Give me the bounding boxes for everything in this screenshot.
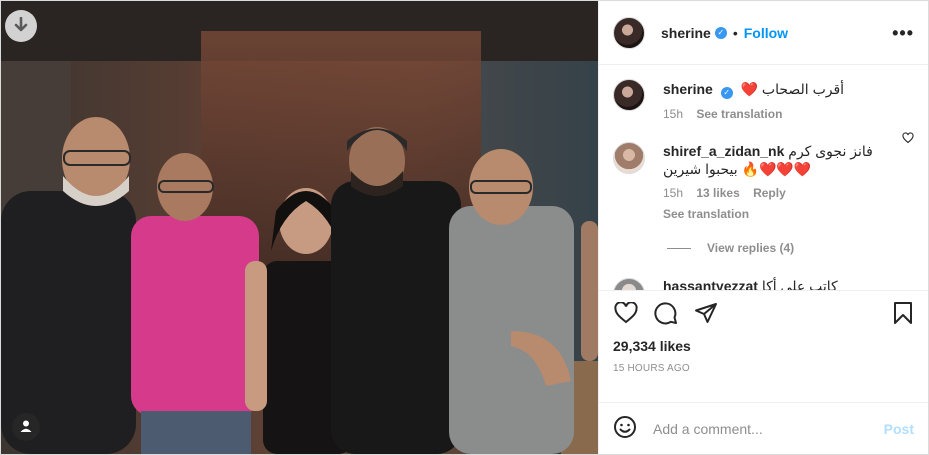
emoji-icon[interactable] [613, 415, 637, 442]
avatar[interactable] [613, 79, 645, 111]
caption-see-translation[interactable]: See translation [696, 107, 782, 121]
download-button[interactable] [5, 10, 37, 42]
comment-likes[interactable]: 13 likes [696, 186, 739, 200]
post-button[interactable]: Post [884, 421, 914, 437]
download-icon [14, 16, 28, 36]
tagged-users-button[interactable] [12, 413, 40, 441]
caption-text: أقرب الصحاب ❤️ [740, 81, 845, 97]
more-options-icon[interactable]: ••• [892, 24, 914, 42]
user-tag-icon [19, 419, 33, 436]
comment-row: shiref_a_zidan_nk فانز نجوى كرم ❤️❤️❤️🔥 … [613, 142, 914, 221]
action-bar [599, 290, 928, 334]
header-separator: • [732, 24, 738, 41]
comment-see-translation[interactable]: See translation [663, 207, 892, 221]
post-photo[interactable] [1, 1, 598, 454]
comment-row: hassantyezzat كاتب على أكا [613, 278, 914, 290]
next-comment-text: كاتب على أكا [761, 278, 838, 290]
view-replies-button[interactable]: View replies (4) [667, 241, 914, 255]
caption-username[interactable]: sherine [663, 81, 713, 97]
header-username[interactable]: sherine [661, 25, 711, 41]
verified-badge-icon: ✓ [714, 26, 727, 39]
group-photo-image [1, 1, 598, 454]
comment-age: 15h [663, 186, 684, 200]
heart-icon[interactable] [613, 300, 639, 326]
comments-list[interactable]: sherine ✓ أقرب الصحاب ❤️ 15h See transla… [599, 65, 928, 290]
comment-icon[interactable] [653, 300, 679, 326]
comment-input[interactable] [653, 420, 884, 437]
avatar[interactable] [613, 142, 645, 174]
bookmark-icon[interactable] [890, 300, 916, 326]
likes-count[interactable]: 29,334 likes [599, 334, 928, 354]
verified-badge-icon: ✓ [720, 87, 733, 99]
comment-username[interactable]: shiref_a_zidan_nk [663, 143, 784, 159]
follow-button[interactable]: Follow [744, 25, 788, 41]
post-dialog: sherine ✓ • Follow ••• sherine ✓ أقرب ال… [0, 0, 929, 455]
view-replies-label: View replies (4) [707, 241, 795, 255]
comment-composer: Post [599, 402, 928, 454]
next-comment-username[interactable]: hassantyezzat [663, 278, 758, 290]
caption-age: 15h [663, 107, 684, 121]
post-header: sherine ✓ • Follow ••• [599, 1, 928, 65]
caption-meta: 15h See translation [663, 107, 914, 121]
post-side-panel: sherine ✓ • Follow ••• sherine ✓ أقرب ال… [598, 1, 928, 454]
caption-row: sherine ✓ أقرب الصحاب ❤️ 15h See transla… [613, 79, 914, 121]
avatar[interactable] [613, 16, 645, 49]
comment-meta: 15h 13 likes Reply [663, 186, 892, 200]
share-icon[interactable] [693, 300, 719, 326]
replies-divider [667, 247, 691, 249]
comment-reply-button[interactable]: Reply [753, 186, 786, 200]
avatar[interactable] [613, 278, 645, 290]
comment-like-heart-icon[interactable] [902, 131, 914, 147]
post-timestamp[interactable]: 15 HOURS AGO [599, 354, 928, 374]
